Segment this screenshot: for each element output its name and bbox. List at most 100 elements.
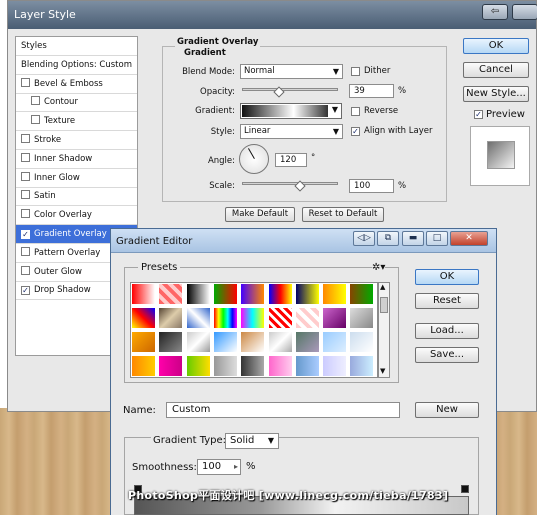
scroll-up-icon[interactable]: ▲ bbox=[380, 283, 385, 291]
ok-button[interactable]: OK bbox=[415, 269, 479, 285]
preset-swatch[interactable] bbox=[267, 331, 293, 353]
gradient-preview[interactable] bbox=[242, 105, 328, 117]
align-with-layer-checkbox[interactable]: ✓ bbox=[351, 127, 360, 136]
dither-checkbox[interactable] bbox=[351, 67, 360, 76]
presets-scrollbar[interactable]: ▲ ▼ bbox=[378, 282, 390, 378]
maximize-icon[interactable]: □ bbox=[426, 231, 448, 246]
make-default-button[interactable]: Make Default bbox=[225, 207, 295, 222]
preset-swatch[interactable] bbox=[158, 331, 184, 353]
style-checkbox[interactable] bbox=[21, 134, 30, 143]
preset-swatch[interactable] bbox=[212, 331, 238, 353]
restore-icon[interactable]: ⇦ bbox=[482, 4, 508, 20]
style-checkbox[interactable] bbox=[21, 171, 30, 181]
preset-swatch[interactable] bbox=[131, 283, 156, 305]
style-item[interactable]: Contour bbox=[16, 93, 137, 113]
close-icon[interactable] bbox=[512, 4, 537, 20]
style-item[interactable]: Bevel & Emboss bbox=[16, 75, 137, 94]
save-button[interactable]: Save... bbox=[415, 347, 479, 363]
opacity-input[interactable]: 39 bbox=[349, 84, 394, 98]
preset-swatch[interactable] bbox=[240, 355, 266, 377]
style-item[interactable]: Stroke bbox=[16, 131, 137, 150]
layer-style-titlebar[interactable]: Layer Style ⇦ bbox=[8, 1, 537, 29]
style-item[interactable]: Inner Shadow bbox=[16, 150, 137, 169]
load-button[interactable]: Load... bbox=[415, 323, 479, 339]
minimize-icon[interactable]: ▬ bbox=[402, 231, 424, 246]
scale-slider[interactable] bbox=[242, 182, 338, 185]
style-checkbox[interactable] bbox=[21, 152, 30, 162]
chevron-down-icon[interactable]: ▼ bbox=[332, 105, 338, 114]
preset-swatch[interactable] bbox=[158, 307, 184, 329]
name-input[interactable]: Custom bbox=[166, 402, 400, 418]
preset-swatch[interactable] bbox=[185, 283, 211, 305]
new-button[interactable]: New bbox=[415, 402, 479, 418]
preset-swatch[interactable] bbox=[349, 307, 375, 329]
reset-button[interactable]: Reset bbox=[415, 293, 479, 309]
preset-swatch[interactable] bbox=[185, 307, 211, 329]
style-item[interactable]: Styles bbox=[16, 37, 137, 56]
gradient-picker[interactable]: ▼ bbox=[240, 103, 342, 119]
angle-input[interactable]: 120 bbox=[275, 153, 307, 167]
preset-swatch[interactable] bbox=[322, 307, 348, 329]
gradient-type-select[interactable]: Solid ▼ bbox=[225, 433, 279, 449]
angle-dial[interactable] bbox=[239, 144, 269, 174]
smoothness-input[interactable]: 100 ▸ bbox=[197, 459, 241, 475]
blend-mode-select[interactable]: Normal ▼ bbox=[240, 64, 343, 79]
style-item[interactable]: Blending Options: Custom bbox=[16, 56, 137, 75]
style-item[interactable]: Color Overlay bbox=[16, 206, 137, 226]
preset-swatch[interactable] bbox=[267, 355, 293, 377]
preset-swatch[interactable] bbox=[131, 331, 156, 353]
preset-swatch[interactable] bbox=[240, 331, 266, 353]
style-select[interactable]: Linear ▼ bbox=[240, 124, 343, 139]
style-checkbox[interactable] bbox=[21, 190, 30, 200]
preset-swatch[interactable] bbox=[185, 331, 211, 353]
style-checkbox[interactable] bbox=[21, 246, 30, 256]
preset-swatch[interactable] bbox=[212, 283, 238, 305]
gradient-editor-titlebar[interactable]: Gradient Editor ◁▷ ⧉ ▬ □ ✕ bbox=[111, 229, 496, 253]
preset-swatch[interactable] bbox=[158, 355, 184, 377]
preset-swatch[interactable] bbox=[240, 307, 266, 329]
style-checkbox[interactable] bbox=[21, 77, 30, 87]
ok-button[interactable]: OK bbox=[463, 38, 529, 54]
scale-input[interactable]: 100 bbox=[349, 179, 394, 193]
style-item[interactable]: Inner Glow bbox=[16, 169, 137, 188]
preset-swatch[interactable] bbox=[131, 307, 156, 329]
style-item[interactable]: Satin bbox=[16, 187, 137, 207]
reset-to-default-button[interactable]: Reset to Default bbox=[302, 207, 384, 222]
cancel-button[interactable]: Cancel bbox=[463, 62, 529, 78]
close-icon[interactable]: ✕ bbox=[450, 231, 488, 246]
style-checkbox[interactable] bbox=[31, 115, 40, 125]
chevron-right-icon[interactable]: ▸ bbox=[234, 460, 238, 474]
preset-swatch[interactable] bbox=[185, 355, 211, 377]
preset-swatch[interactable] bbox=[131, 355, 156, 377]
preset-swatch[interactable] bbox=[212, 355, 238, 377]
preset-swatch[interactable] bbox=[267, 283, 293, 305]
new-style-button[interactable]: New Style... bbox=[463, 86, 529, 102]
preset-swatch[interactable] bbox=[349, 331, 375, 353]
preset-swatch[interactable] bbox=[294, 355, 320, 377]
style-checkbox[interactable]: ✓ bbox=[21, 286, 30, 296]
style-item[interactable]: Texture bbox=[16, 112, 137, 132]
opacity-slider[interactable] bbox=[242, 88, 338, 91]
preset-swatch[interactable] bbox=[158, 283, 184, 305]
preset-swatch[interactable] bbox=[267, 307, 293, 329]
gear-icon[interactable]: ✲▾ bbox=[372, 262, 386, 273]
preset-swatch[interactable] bbox=[294, 307, 320, 329]
style-checkbox[interactable] bbox=[21, 265, 30, 275]
restore-icon[interactable]: ⧉ bbox=[377, 231, 399, 246]
preset-swatch[interactable] bbox=[322, 355, 348, 377]
preview-checkbox[interactable]: ✓ bbox=[474, 110, 483, 119]
preset-swatch[interactable] bbox=[212, 307, 238, 329]
nav-arrows-icon[interactable]: ◁▷ bbox=[353, 231, 375, 246]
preset-swatch[interactable] bbox=[322, 283, 348, 305]
preset-swatch[interactable] bbox=[294, 283, 320, 305]
style-checkbox[interactable] bbox=[21, 209, 30, 219]
style-checkbox[interactable] bbox=[31, 96, 40, 106]
preset-swatch[interactable] bbox=[349, 283, 375, 305]
style-checkbox[interactable]: ✓ bbox=[21, 230, 30, 239]
preset-swatch[interactable] bbox=[349, 355, 375, 377]
preset-swatch[interactable] bbox=[294, 331, 320, 353]
preset-swatch[interactable] bbox=[240, 283, 266, 305]
scrollbar-thumb[interactable] bbox=[380, 297, 388, 313]
opacity-stop-right[interactable] bbox=[461, 485, 469, 493]
reverse-checkbox[interactable] bbox=[351, 107, 360, 116]
